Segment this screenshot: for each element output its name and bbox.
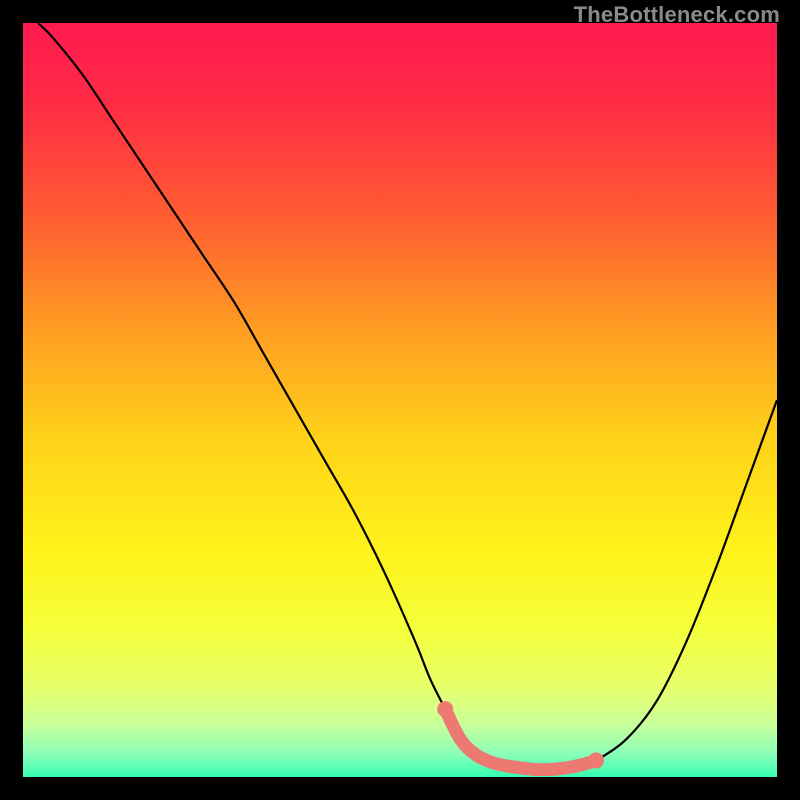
gradient-background [23, 23, 777, 777]
optimal-range-end-dot [588, 752, 604, 768]
bottleneck-chart [23, 23, 777, 777]
plot-area [23, 23, 777, 777]
optimal-range-start-dot [437, 701, 453, 717]
watermark: TheBottleneck.com [574, 2, 780, 28]
